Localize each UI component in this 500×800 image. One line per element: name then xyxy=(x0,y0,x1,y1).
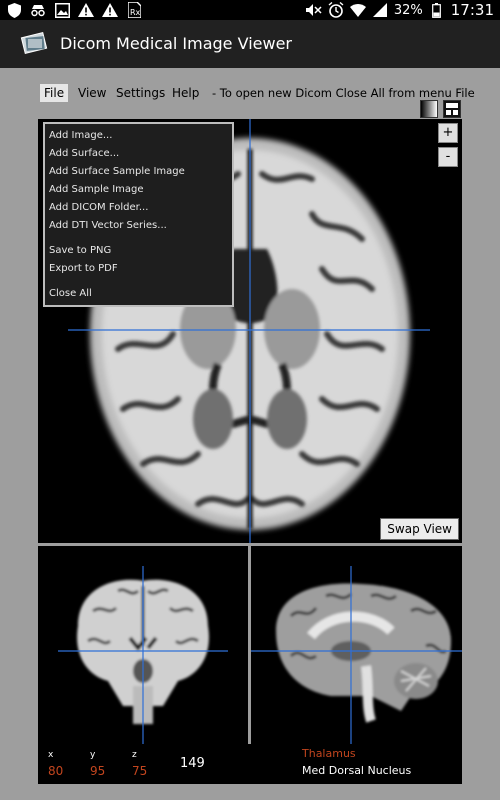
mute-icon xyxy=(305,2,322,18)
region-label: Thalamus xyxy=(302,747,356,760)
x-label: x xyxy=(48,750,54,760)
contrast-icon[interactable] xyxy=(420,100,438,118)
menu-item-add-dicom-folder[interactable]: Add DICOM Folder... xyxy=(49,200,148,216)
swap-view-button[interactable]: Swap View xyxy=(380,518,459,540)
file-menu-dropdown: Add Image... Add Surface... Add Surface … xyxy=(43,122,234,307)
menu-help[interactable]: Help xyxy=(168,84,203,102)
incognito-icon xyxy=(30,2,46,18)
z-label: z xyxy=(132,750,137,760)
menu-item-add-sample-image[interactable]: Add Sample Image xyxy=(49,182,144,198)
battery-icon xyxy=(429,2,445,18)
image-icon xyxy=(54,2,70,18)
menu-item-save-png[interactable]: Save to PNG xyxy=(49,243,111,259)
status-bar: Rx 32% 17:31 xyxy=(0,0,500,20)
clock: 17:31 xyxy=(450,1,494,19)
app-title: Dicom Medical Image Viewer xyxy=(60,34,292,53)
signal-icon xyxy=(372,2,388,18)
menu-item-close-all[interactable]: Close All xyxy=(49,286,92,302)
x-value: 80 xyxy=(48,764,64,778)
subregion-label: Med Dorsal Nucleus xyxy=(302,764,412,777)
layout-icon[interactable] xyxy=(443,100,461,118)
coronal-brain-image xyxy=(58,566,228,744)
menu-item-add-image[interactable]: Add Image... xyxy=(49,128,112,144)
menu-view[interactable]: View xyxy=(74,84,110,102)
battery-percent: 32% xyxy=(393,2,423,18)
prescription-icon: Rx xyxy=(126,2,142,18)
alarm-icon xyxy=(328,2,344,18)
y-value: 95 xyxy=(90,764,106,778)
slice-number: 149 xyxy=(180,756,205,771)
zoom-in-button[interactable]: + xyxy=(438,123,458,143)
wifi-icon xyxy=(349,2,366,18)
menu-bar: File View Settings Help - To open new Di… xyxy=(38,83,475,103)
y-label: y xyxy=(90,750,96,760)
dicom-app-icon xyxy=(20,30,50,56)
zoom-out-button[interactable]: - xyxy=(438,147,458,167)
menu-item-export-pdf[interactable]: Export to PDF xyxy=(49,261,118,277)
coronal-view[interactable] xyxy=(38,546,248,744)
menu-item-add-surface[interactable]: Add Surface... xyxy=(49,146,119,162)
warning-icon xyxy=(102,2,118,18)
z-value: 75 xyxy=(132,764,148,778)
menu-settings[interactable]: Settings xyxy=(112,84,169,102)
svg-text:Rx: Rx xyxy=(130,8,141,17)
sagittal-brain-image xyxy=(251,566,462,744)
coordinate-info-bar: x y z 80 95 75 149 Thalamus Med Dorsal N… xyxy=(38,744,462,784)
menu-item-add-surface-sample-image[interactable]: Add Surface Sample Image xyxy=(49,164,185,180)
shield-icon xyxy=(6,2,22,18)
menu-item-add-dti-vector-series[interactable]: Add DTI Vector Series... xyxy=(49,218,167,234)
sagittal-view[interactable] xyxy=(251,546,462,744)
warning-icon xyxy=(78,2,94,18)
menu-file[interactable]: File xyxy=(40,84,69,102)
app-bar: Dicom Medical Image Viewer xyxy=(0,20,500,68)
